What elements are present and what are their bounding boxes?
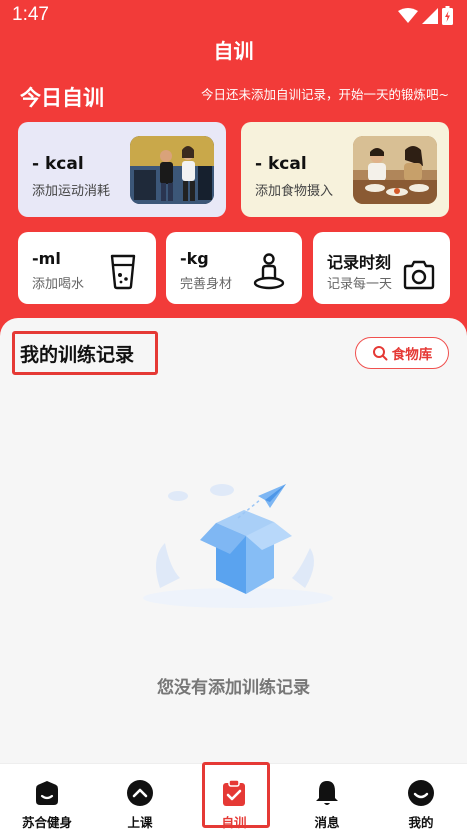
exercise-kcal-label: 添加运动消耗 [32, 184, 111, 199]
status-icons [398, 6, 453, 25]
food-kcal-label: 添加食物摄入 [255, 184, 334, 199]
weight-value: -kg [180, 249, 209, 268]
water-value: -ml [32, 249, 61, 268]
nav-profile[interactable]: 我的 [381, 764, 461, 830]
page-title: 自训 [213, 39, 254, 63]
body-shape-card[interactable]: -kg 完善身材 [166, 232, 302, 304]
wifi-icon [398, 7, 418, 23]
nav-class[interactable]: 上课 [100, 764, 180, 830]
food-calories-card[interactable]: - kcal 添加食物摄入 [241, 122, 449, 217]
gym-workout-photo [130, 136, 214, 204]
food-library-button[interactable]: 食物库 [355, 337, 449, 369]
home-icon [36, 781, 58, 805]
today-hint-text: 今日还未添加自训记录，开始一天的锻炼吧~ [201, 87, 449, 102]
search-icon [372, 346, 388, 361]
dining-photo [353, 136, 437, 204]
status-bar: 1:47 [0, 0, 467, 32]
food-kcal-value: - kcal [255, 154, 307, 174]
status-time: 1:47 [12, 4, 49, 25]
profile-icon [408, 780, 434, 806]
body-scale-icon [253, 253, 285, 290]
chevron-up-circle-icon [127, 780, 153, 806]
bell-icon [316, 781, 338, 805]
signal-icon [422, 7, 438, 24]
today-section-title: 今日自训 [20, 86, 104, 110]
water-label: 添加喝水 [32, 277, 85, 292]
moment-title: 记录时刻 [327, 253, 392, 272]
camera-icon [402, 256, 436, 294]
empty-state-text: 您没有添加训练记录 [157, 678, 310, 698]
exercise-kcal-value: - kcal [32, 154, 84, 174]
food-library-label: 食物库 [391, 347, 433, 363]
records-title: 我的训练记录 [20, 344, 135, 366]
empty-box-illustration [143, 484, 333, 608]
nav-class-label: 上课 [127, 815, 153, 830]
water-cup-icon [110, 254, 136, 290]
moment-label: 记录每一天 [327, 277, 393, 292]
exercise-calories-card[interactable]: - kcal 添加运动消耗 [18, 122, 226, 217]
nav-home[interactable]: 苏合健身 [7, 764, 87, 830]
nav-messages-label: 消息 [314, 815, 340, 830]
weight-label: 完善身材 [180, 277, 233, 292]
nav-home-label: 苏合健身 [21, 815, 72, 830]
water-intake-card[interactable]: -ml 添加喝水 [18, 232, 156, 304]
nav-profile-label: 我的 [408, 815, 434, 830]
nav-messages[interactable]: 消息 [287, 764, 367, 830]
battery-icon [442, 6, 453, 25]
active-tab-highlight [202, 762, 270, 828]
moment-record-card[interactable]: 记录时刻 记录每一天 [313, 232, 450, 304]
